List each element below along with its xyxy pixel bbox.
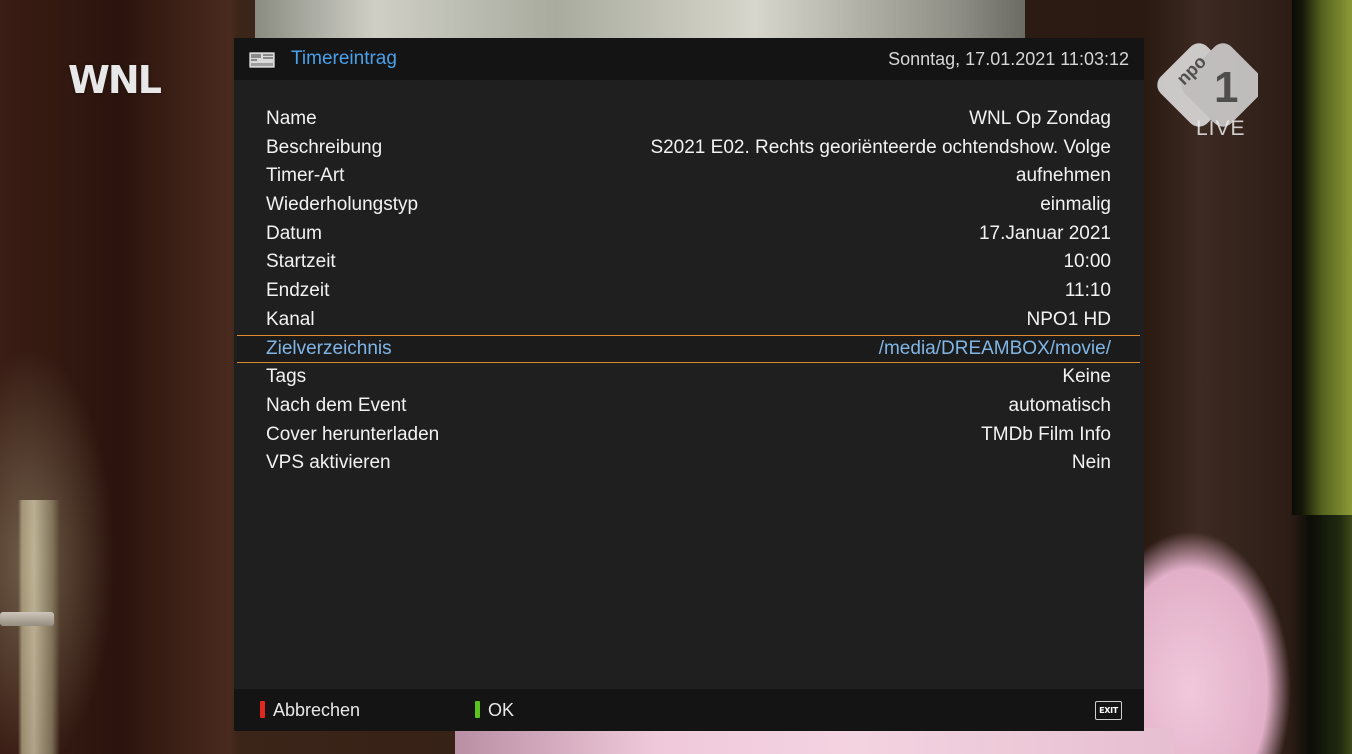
setting-value: aufnehmen [1015, 165, 1111, 187]
setting-label: Startzeit [266, 251, 336, 273]
wnl-channel-logo: WNL [68, 58, 162, 102]
live-label: LIVE [1196, 117, 1246, 140]
tv-background-window [255, 0, 1025, 38]
setting-label: Timer-Art [266, 165, 345, 187]
setting-row-after-event[interactable]: Nach dem Event automatisch [237, 392, 1140, 421]
setting-label: Datum [266, 222, 322, 244]
npo-number-text: 1 [1214, 63, 1238, 112]
timer-settings-list: Name WNL Op Zondag Beschreibung S2021 E0… [237, 105, 1140, 478]
setting-row-target-directory[interactable]: Zielverzeichnis /media/DREAMBOX/movie/ [237, 334, 1140, 364]
cancel-button-label: Abbrechen [273, 700, 361, 720]
setting-value: WNL Op Zondag [969, 108, 1111, 129]
setting-value: einmalig [1040, 194, 1111, 216]
green-key-indicator [475, 701, 480, 718]
date-time-display: Sonntag, 17.01.2021 11:03:12 [888, 49, 1129, 69]
setting-label: Beschreibung [266, 136, 383, 158]
setting-row-timer-type[interactable]: Timer-Art aufnehmen [237, 162, 1140, 191]
setting-value: TMDb Film Info [981, 423, 1111, 445]
tv-background-panel [1292, 0, 1352, 515]
setting-row-channel[interactable]: Kanal NPO1 HD [237, 306, 1140, 335]
dialog-header: Timereintrag Sonntag, 17.01.2021 11:03:1… [234, 38, 1144, 80]
setting-label: VPS aktivieren [266, 452, 391, 474]
setting-row-vps[interactable]: VPS aktivieren Nein [237, 449, 1140, 478]
setting-row-description[interactable]: Beschreibung S2021 E02. Rechts georiënte… [237, 134, 1140, 163]
setting-row-tags[interactable]: Tags Keine [237, 363, 1140, 392]
setting-label: Name [266, 108, 317, 129]
setting-row-cover-download[interactable]: Cover herunterladen TMDb Film Info [237, 421, 1140, 450]
setting-row-name[interactable]: Name WNL Op Zondag [237, 105, 1140, 134]
red-key-indicator [260, 701, 265, 718]
setting-label: Wiederholungstyp [266, 194, 419, 216]
setting-value: automatisch [1008, 394, 1111, 416]
tv-background-person-sweater [455, 728, 1175, 754]
setting-row-start-time[interactable]: Startzeit 10:00 [237, 248, 1140, 277]
dialog-title: Timereintrag [291, 48, 397, 69]
setting-label: Tags [266, 366, 307, 388]
tv-background-door-handle [0, 500, 62, 754]
setting-value: Nein [1071, 452, 1111, 474]
setting-label: Kanal [266, 308, 315, 330]
setting-value: S2021 E02. Rechts georiënteerde ochtends… [650, 136, 1111, 158]
setting-value: 11:10 [1064, 280, 1111, 302]
ok-button-label: OK [488, 700, 515, 720]
setting-value: NPO1 HD [1026, 308, 1111, 330]
setting-value: 17.Januar 2021 [978, 222, 1111, 244]
timer-entry-icon [249, 52, 275, 68]
setting-label: Nach dem Event [266, 394, 407, 416]
timer-entry-dialog: Timereintrag Sonntag, 17.01.2021 11:03:1… [234, 38, 1144, 731]
exit-key-icon[interactable]: EXIT [1095, 701, 1122, 720]
setting-value: Keine [1062, 366, 1111, 388]
setting-label: Cover herunterladen [266, 423, 440, 445]
setting-row-date[interactable]: Datum 17.Januar 2021 [237, 220, 1140, 249]
setting-value: 10:00 [1063, 251, 1111, 273]
setting-label: Zielverzeichnis [266, 337, 392, 359]
setting-value: /media/DREAMBOX/movie/ [878, 337, 1111, 359]
setting-row-repeat-type[interactable]: Wiederholungstyp einmalig [237, 191, 1140, 220]
setting-row-end-time[interactable]: Endzeit 11:10 [237, 277, 1140, 306]
setting-label: Endzeit [266, 280, 330, 302]
dialog-footer: Abbrechen OK EXIT [234, 689, 1144, 731]
